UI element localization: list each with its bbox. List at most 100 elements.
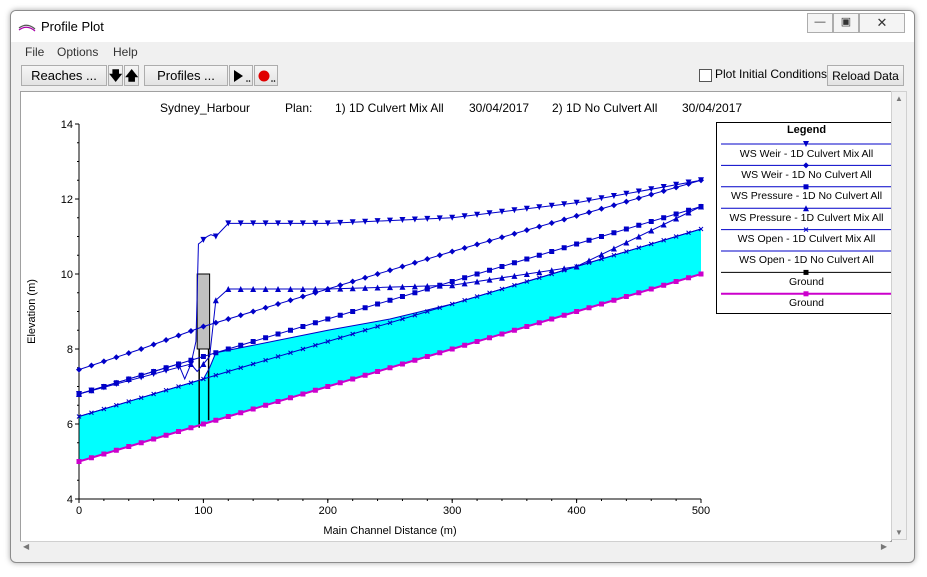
scroll-down-arrow[interactable]: ▼ <box>895 528 903 537</box>
data-point <box>635 233 642 240</box>
menu-file[interactable]: File <box>25 45 44 59</box>
data-point <box>636 290 642 296</box>
minimize-button[interactable]: — <box>807 13 833 33</box>
data-point <box>549 316 555 322</box>
culvert-embankment <box>196 273 211 350</box>
data-point <box>648 191 655 198</box>
legend-item: Ground <box>788 297 825 309</box>
legend-marker <box>803 269 809 275</box>
data-point <box>387 297 393 303</box>
data-point <box>350 376 356 382</box>
data-point <box>486 237 493 244</box>
data-point <box>374 271 381 277</box>
data-point <box>474 271 480 277</box>
profiles-button[interactable]: Profiles ... <box>144 65 228 86</box>
data-point <box>238 410 244 416</box>
data-point <box>660 221 667 228</box>
data-point <box>126 444 132 449</box>
data-point <box>536 320 542 326</box>
menu-bar: File Options Help <box>11 43 914 61</box>
data-point <box>598 205 605 212</box>
water-surface-fill <box>79 229 701 462</box>
menu-help[interactable]: Help <box>113 45 138 59</box>
data-point <box>387 365 393 371</box>
data-point <box>76 366 82 373</box>
data-point <box>686 275 692 281</box>
data-point <box>312 387 318 393</box>
data-point <box>387 267 393 274</box>
data-point <box>250 308 257 315</box>
data-point <box>125 350 132 357</box>
profile-plot-area[interactable]: Sydney_Harbour Plan: 1) 1D Culvert Mix A… <box>20 91 897 542</box>
data-point <box>275 331 281 337</box>
data-point <box>474 339 480 344</box>
data-point <box>362 274 369 281</box>
record-button[interactable] <box>254 65 278 86</box>
maximize-button[interactable]: ▣ <box>833 13 859 33</box>
data-point <box>611 230 617 236</box>
legend-marker <box>803 291 809 297</box>
data-point <box>449 248 456 255</box>
data-point <box>399 361 405 367</box>
data-point <box>263 402 269 408</box>
data-point <box>462 275 468 281</box>
vertical-scrollbar[interactable]: ▲ ▼ <box>891 91 907 540</box>
y-tick-label: 14 <box>61 119 73 131</box>
data-point <box>299 293 306 300</box>
data-point <box>474 241 481 248</box>
data-point <box>312 320 318 326</box>
data-point <box>449 346 455 352</box>
data-point <box>263 335 269 341</box>
data-point <box>250 406 256 412</box>
y-tick-label: 8 <box>67 344 73 356</box>
scroll-up-arrow[interactable]: ▲ <box>895 94 903 103</box>
data-point <box>499 264 505 269</box>
data-point <box>574 309 580 314</box>
data-point <box>175 332 182 339</box>
horizontal-scrollbar[interactable]: ◀ ▶ <box>20 541 890 556</box>
title-bar[interactable]: Profile Plot — ▣ ✕ <box>11 11 914 42</box>
reaches-button[interactable]: Reaches ... <box>21 65 107 86</box>
data-point <box>412 357 418 363</box>
data-point <box>623 294 629 299</box>
data-point <box>598 251 605 258</box>
move-up-button[interactable]: 🡅 <box>124 65 139 86</box>
data-point <box>88 455 94 461</box>
data-point <box>200 421 206 427</box>
data-point <box>349 278 356 285</box>
scroll-right-arrow[interactable]: ▶ <box>881 542 887 551</box>
x-tick-label: 500 <box>692 505 710 517</box>
data-point <box>150 341 157 348</box>
data-point <box>163 337 170 343</box>
legend-item: WS Open - 1D Culvert Mix All <box>737 233 876 245</box>
legend-item: WS Pressure - 1D Culvert Mix All <box>729 212 884 224</box>
move-down-button[interactable]: 🡇 <box>108 65 123 86</box>
data-point <box>660 187 667 194</box>
data-point <box>561 245 567 251</box>
y-tick-label: 6 <box>67 419 73 431</box>
data-point <box>511 260 517 266</box>
data-point <box>213 417 219 423</box>
data-point <box>536 252 542 258</box>
plot-initial-checkbox[interactable] <box>699 69 712 82</box>
data-point <box>138 346 145 352</box>
data-point <box>548 220 555 226</box>
data-point <box>586 237 592 243</box>
data-point <box>176 429 182 434</box>
data-point <box>350 309 356 314</box>
data-point <box>76 459 82 464</box>
play-button[interactable] <box>229 65 253 86</box>
menu-options[interactable]: Options <box>57 45 98 59</box>
data-point <box>623 239 630 246</box>
data-point <box>163 432 169 438</box>
scroll-left-arrow[interactable]: ◀ <box>23 542 29 551</box>
data-point <box>362 305 368 311</box>
reload-data-button[interactable]: Reload Data <box>827 65 904 86</box>
close-button[interactable]: ✕ <box>859 13 905 33</box>
data-point <box>511 327 517 333</box>
data-point <box>698 271 704 277</box>
data-point <box>411 259 418 266</box>
data-point <box>113 447 119 453</box>
data-point <box>461 244 468 251</box>
data-point <box>287 395 293 401</box>
